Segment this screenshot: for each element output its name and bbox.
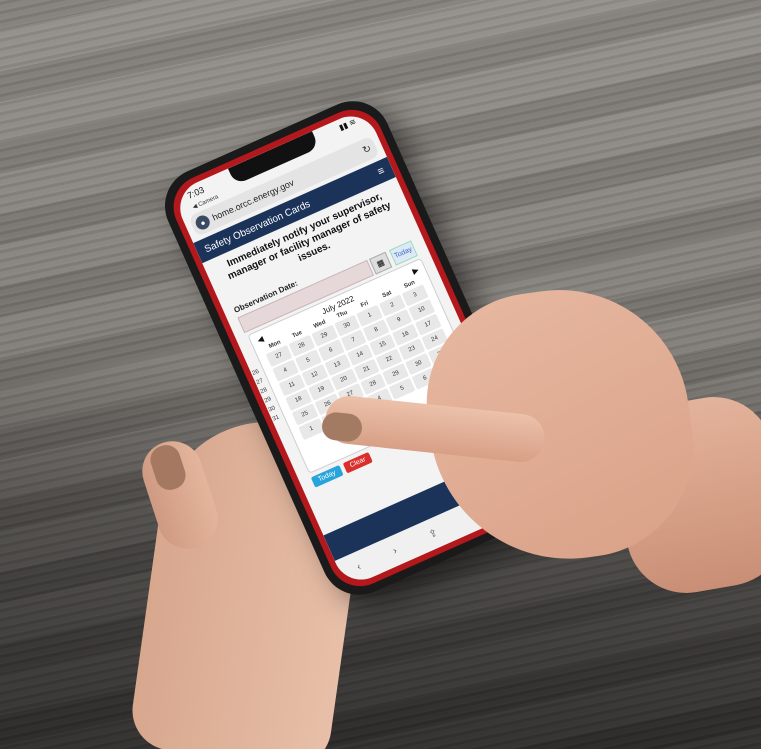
forward-icon[interactable]: › bbox=[391, 545, 399, 556]
week-number: 28 bbox=[259, 387, 269, 396]
account-avatar-icon[interactable]: ● bbox=[193, 213, 212, 232]
week-number: 31 bbox=[271, 414, 281, 423]
photo-scene: 7:03 ▮▮ ≋ ◀ Camera ● home.orcc.energy.go… bbox=[0, 0, 761, 749]
next-month-icon[interactable]: ▶ bbox=[411, 265, 420, 276]
share-icon[interactable]: ⇪ bbox=[427, 527, 439, 540]
week-number: 27 bbox=[255, 377, 265, 387]
prev-month-icon[interactable]: ◀ bbox=[256, 334, 265, 345]
signal-wifi-icon: ▮▮ ≋ bbox=[337, 116, 358, 133]
week-number: 29 bbox=[263, 396, 273, 405]
week-number: 30 bbox=[267, 405, 277, 414]
back-icon[interactable]: ‹ bbox=[355, 561, 363, 572]
week-number: 26 bbox=[251, 368, 261, 378]
